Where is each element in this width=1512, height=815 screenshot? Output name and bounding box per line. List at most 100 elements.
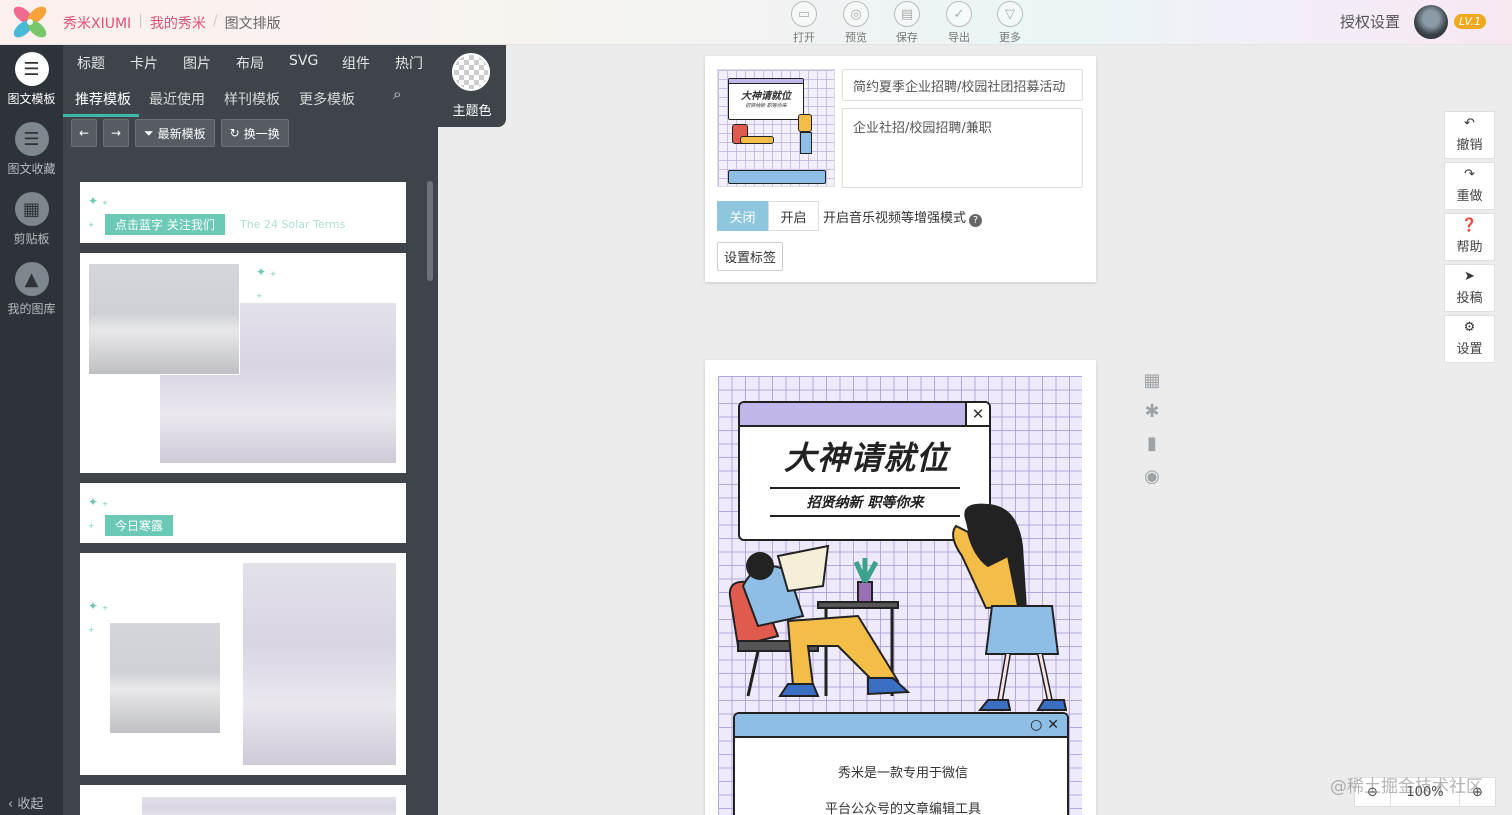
tab-recommended[interactable]: 推荐模板 (75, 89, 131, 109)
theme-color-picker[interactable]: 主题色 (438, 45, 506, 127)
left-icon-bar: ☰ 图文模板 ☰ 图文收藏 ▦ 剪贴板 ▲ 我的图库 ‹ 收起 (0, 45, 63, 815)
favorite-icon: ☰ (14, 122, 49, 156)
sparkle-icon: ₊ (88, 517, 95, 531)
panel-scrollbar[interactable] (427, 181, 433, 281)
article-settings-card: 大神请就位 招贤纳新 职等你来 简约夏季企业招聘/校园社团招募活动 企业社招/校… (705, 56, 1096, 282)
redo-button[interactable]: ↷ 重做 (1444, 162, 1495, 210)
help-icon: ❓ (1461, 218, 1478, 233)
xiumi-logo[interactable] (10, 4, 50, 40)
collapse-button[interactable]: ‹ 收起 (8, 793, 43, 812)
tab-svg[interactable]: SVG (289, 53, 342, 73)
eye-icon[interactable]: ◉ (1141, 466, 1163, 487)
submit-button[interactable]: ➤ 投稿 (1444, 264, 1495, 312)
sparkle-icon: ₊ (88, 621, 95, 635)
undo-icon: ↶ (1464, 116, 1475, 131)
title-input[interactable]: 简约夏季企业招聘/校园社团招募活动 (842, 69, 1083, 101)
tab-sample[interactable]: 样刊模板 (224, 89, 280, 109)
thumb-title-window: 大神请就位 招贤纳新 职等你来 (728, 78, 804, 120)
watermark: @稀土掘金技术社区 (1330, 777, 1483, 797)
latest-templates-button[interactable]: ⏷ 最新模板 (135, 119, 215, 147)
gallery-icon: ▲ (14, 262, 49, 296)
my-xiumi-link[interactable]: 我的秀米 (150, 13, 206, 33)
list-icon: ☰ (14, 52, 49, 86)
sidebar-item-templates[interactable]: ☰ 图文模板 (0, 52, 63, 107)
sparkle-icon: ✦ ₊ (88, 599, 109, 613)
close-icon: ✕ (965, 403, 989, 427)
thumb-person (740, 136, 774, 144)
tab-card[interactable]: 卡片 (130, 53, 183, 73)
cover-thumbnail[interactable]: 大神请就位 招贤纳新 职等你来 (717, 69, 835, 187)
layout-grid-icon[interactable]: ▦ (1141, 370, 1163, 391)
template-subtabs: 推荐模板 最近使用 样刊模板 更多模板 (63, 87, 438, 117)
bar-chart-icon[interactable]: ▮ (1141, 433, 1163, 454)
article-canvas[interactable]: ✕ 大神请就位 招贤纳新 职等你来 ○ ✕ 秀米是一款专用于微信 平台公众号的文… (705, 360, 1096, 815)
horn-photo (88, 263, 240, 375)
set-tag-button[interactable]: 设置标签 (717, 242, 784, 271)
tab-component[interactable]: 组件 (342, 53, 395, 73)
clipboard-icon: ▦ (14, 192, 49, 226)
poster-title: 大神请就位 (783, 439, 949, 477)
current-page-label: 图文排版 (224, 16, 281, 32)
tab-more-templates[interactable]: 更多模板 (299, 89, 355, 109)
avatar[interactable] (1414, 5, 1448, 39)
enhance-mode-label: 开启音乐视频等增强模式? (823, 207, 983, 227)
theme-color-label: 主题色 (452, 104, 492, 119)
help-button[interactable]: ❓ 帮助 (1444, 213, 1495, 261)
arrow-right-icon: → (110, 126, 122, 140)
more-button[interactable]: ▽ 更多 (990, 1, 1030, 45)
sparkle-icon: ✦ ₊ (88, 194, 109, 208)
undo-button[interactable]: ↶ 撤销 (1444, 111, 1495, 159)
asterisk-icon[interactable]: ✱ (1141, 401, 1163, 422)
intro-line-2: 平台公众号的文章编辑工具 (824, 802, 981, 815)
description-input[interactable]: 企业社招/校园招聘/兼职 (842, 108, 1083, 188)
shuffle-button[interactable]: ↻ 换一换 (220, 119, 289, 147)
horn-photo (110, 623, 220, 733)
tab-image[interactable]: 图片 (183, 53, 236, 73)
sparkle-icon: ✦ ₊ (88, 495, 109, 509)
save-icon: ▤ (894, 1, 920, 27)
template-card[interactable]: ✦ ₊ ₊ 点击蓝字 关注我们 The 24 Solar Terms (80, 182, 406, 243)
search-icon[interactable]: ⌕ (393, 85, 401, 103)
thumb-person (798, 114, 812, 132)
enhance-mode-toggle: 关闭 开启 (717, 201, 819, 231)
help-icon[interactable]: ? (969, 214, 983, 227)
open-button[interactable]: ▭ 打开 (784, 1, 824, 45)
preview-icon: ◎ (843, 1, 869, 27)
template-card[interactable] (80, 785, 406, 815)
brand-link[interactable]: 秀米XIUMI (63, 13, 131, 33)
tab-layout[interactable]: 布局 (236, 53, 289, 73)
filter-icon: ⏷ (144, 125, 154, 140)
redo-icon: ↷ (1464, 167, 1475, 182)
top-bar: 秀米XIUMI | 我的秀米 / 图文排版 ▭ 打开 ◎ 预览 ▤ 保存 ✓ 导出 ▽ 更… (0, 0, 1512, 45)
sidebar-item-favorites[interactable]: ☰ 图文收藏 (0, 122, 63, 177)
grid-background: ✕ 大神请就位 招贤纳新 职等你来 ○ ✕ 秀米是一款专用于微信 平台公众号的文… (718, 376, 1082, 815)
template-card[interactable]: ✦ ₊ ₊ (80, 253, 406, 473)
template-card[interactable]: ✦ ₊ ₊ (80, 553, 406, 775)
solar-terms-subtitle: The 24 Solar Terms (240, 218, 346, 231)
level-badge: LV.1 (1454, 14, 1487, 29)
thumb-person (800, 132, 812, 154)
intro-window[interactable]: ○ ✕ 秀米是一款专用于微信 平台公众号的文章编辑工具 (733, 712, 1069, 815)
cold-dew-tag: 今日寒露 (105, 515, 174, 536)
sidebar-item-gallery[interactable]: ▲ 我的图库 (0, 262, 63, 317)
back-button[interactable]: ← (71, 119, 97, 147)
preview-button[interactable]: ◎ 预览 (836, 1, 876, 45)
toggle-on-button[interactable]: 开启 (768, 201, 819, 231)
office-illustration (728, 503, 1068, 711)
transparent-swatch-icon (452, 53, 490, 91)
settings-button[interactable]: ⚙ 设置 (1444, 315, 1495, 363)
chevron-left-icon: ‹ (8, 797, 14, 812)
snow-photo (243, 563, 396, 765)
tab-title[interactable]: 标题 (77, 53, 130, 73)
sidebar-item-clipboard[interactable]: ▦ 剪贴板 (0, 192, 63, 247)
tab-recent[interactable]: 最近使用 (149, 89, 205, 109)
forward-button[interactable]: → (103, 119, 129, 147)
export-button[interactable]: ✓ 导出 (939, 1, 979, 45)
auth-settings-link[interactable]: 授权设置 (1340, 11, 1400, 32)
arrow-left-icon: ← (78, 126, 90, 140)
follow-tag: 点击蓝字 关注我们 (105, 214, 225, 235)
save-button[interactable]: ▤ 保存 (887, 1, 927, 45)
toggle-off-button[interactable]: 关闭 (717, 201, 768, 231)
sparkle-icon: ₊ (88, 216, 95, 230)
template-card[interactable]: ✦ ₊ ₊ 今日寒露 (80, 483, 406, 543)
